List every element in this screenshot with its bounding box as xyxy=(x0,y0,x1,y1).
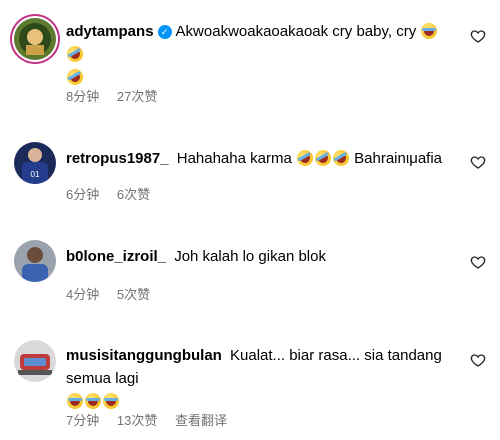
rolling-on-floor-laughing-icon xyxy=(294,147,316,169)
comment-meta: 7分钟 13次赞 查看翻译 xyxy=(66,410,241,429)
heart-outline-icon[interactable] xyxy=(470,154,486,170)
verified-badge-icon: ✓ xyxy=(157,25,172,39)
avatar[interactable] xyxy=(14,18,56,60)
comment-likes[interactable]: 27次赞 xyxy=(117,89,157,104)
avatar[interactable] xyxy=(14,340,56,382)
comment-body: b0lone_izroil_ Joh kalah lo gikan blok xyxy=(66,245,446,268)
comment-likes[interactable]: 6次赞 xyxy=(117,187,150,202)
avatar[interactable] xyxy=(14,240,56,282)
comment-username[interactable]: retropus1987_ xyxy=(66,150,169,167)
face-with-tears-of-joy-icon xyxy=(67,393,83,409)
comment-text-suffix: Bahrainιμafia xyxy=(354,150,443,167)
comment-time: 8分钟 xyxy=(66,89,100,104)
rolling-on-floor-laughing-icon xyxy=(312,147,334,169)
rolling-on-floor-laughing-icon xyxy=(64,66,86,88)
comment-time: 4分钟 xyxy=(66,287,100,302)
face-with-tears-of-joy-icon xyxy=(103,393,119,409)
avatar[interactable]: 01 xyxy=(14,142,56,184)
comment-time: 7分钟 xyxy=(66,413,100,428)
comment-body: retropus1987_ Hahahaha karma Bahrainιμaf… xyxy=(66,147,446,170)
translate-link[interactable]: 查看翻译 xyxy=(175,413,227,428)
comment-meta: 4分钟 5次赞 xyxy=(66,284,164,303)
face-with-tears-of-joy-icon xyxy=(85,393,101,409)
comment-likes[interactable]: 13次赞 xyxy=(117,413,157,428)
comment-text: Joh kalah lo gikan blok xyxy=(174,248,326,265)
comment-body: musisitanggungbulan Kualat... biar rasa.… xyxy=(66,344,446,413)
comment-text: Akwoakwoakaoakaoak cry baby, cry xyxy=(175,23,417,40)
rolling-on-floor-laughing-icon xyxy=(64,43,86,65)
comment-text: Hahahaha karma xyxy=(176,150,292,167)
svg-text:01: 01 xyxy=(31,170,40,179)
heart-outline-icon[interactable] xyxy=(470,352,486,368)
comment-username[interactable]: b0lone_izroil_ xyxy=(66,248,166,265)
face-with-tears-of-joy-icon xyxy=(421,23,438,39)
comment-time: 6分钟 xyxy=(66,187,100,202)
comment-body: adytampans ✓ Akwoakwoakaoakaoak cry baby, … xyxy=(64,20,446,89)
heart-outline-icon[interactable] xyxy=(470,28,486,44)
comment-meta: 6分钟 6次赞 xyxy=(66,184,164,203)
rolling-on-floor-laughing-icon xyxy=(330,147,352,169)
comment-likes[interactable]: 5次赞 xyxy=(117,287,150,302)
comment-username[interactable]: musisitanggungbulan xyxy=(66,347,222,364)
heart-outline-icon[interactable] xyxy=(470,254,486,270)
comment-meta: 8分钟 27次赞 xyxy=(66,86,171,105)
comment-username[interactable]: adytampans xyxy=(66,23,154,40)
